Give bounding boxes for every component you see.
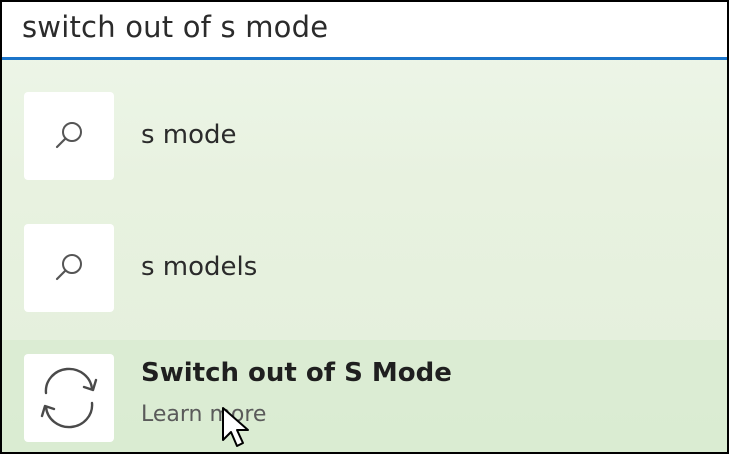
result-tile [24, 92, 114, 180]
search-result-s-mode[interactable]: s mode [2, 90, 727, 182]
search-box[interactable]: switch out of s mode [2, 2, 727, 60]
result-tile [24, 354, 114, 442]
search-input[interactable]: switch out of s mode [22, 10, 328, 44]
search-result-s-models[interactable]: s models [2, 222, 727, 314]
result-label: s models [141, 252, 258, 282]
result-tile [24, 224, 114, 312]
search-icon [55, 254, 82, 281]
search-flyout: switch out of s mode s mode s models Swi… [2, 2, 727, 452]
refresh-icon [40, 367, 98, 429]
mouse-cursor-icon [222, 407, 249, 447]
search-result-switch-out-of-s-mode[interactable]: Switch out of S Mode Learn more [2, 340, 727, 452]
result-title: Switch out of S Mode [141, 358, 452, 388]
result-label: s mode [141, 120, 237, 150]
search-icon [55, 122, 82, 149]
